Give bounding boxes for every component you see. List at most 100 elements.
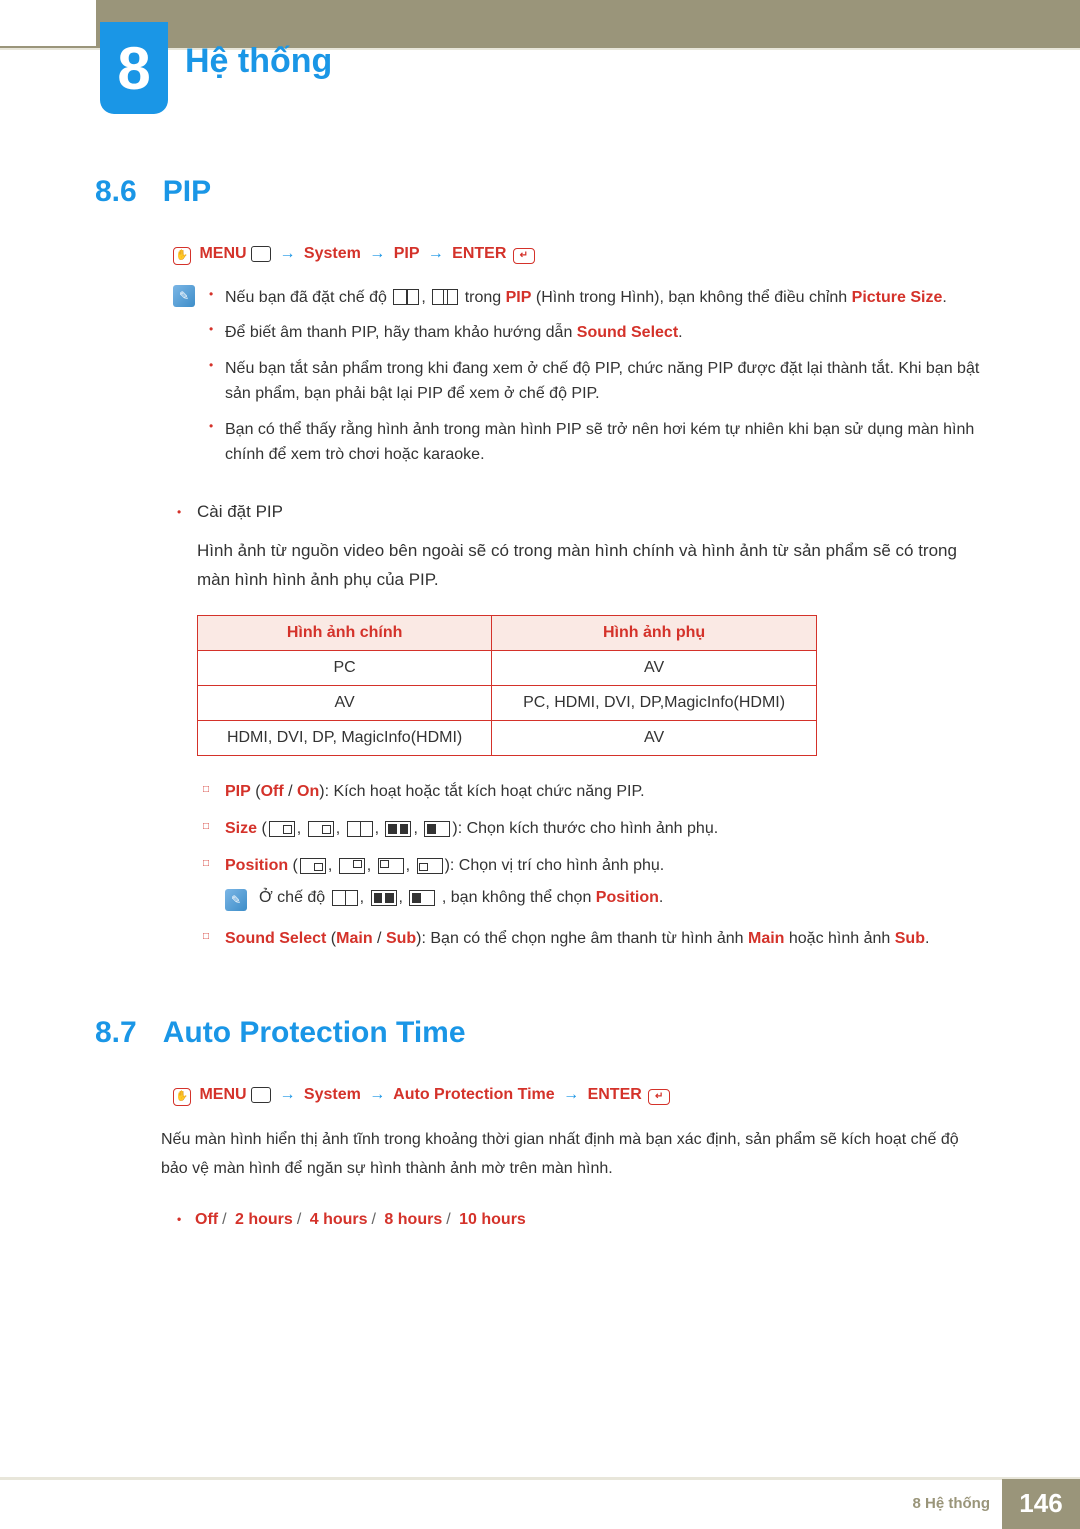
option: 8 hours — [384, 1211, 442, 1228]
on-label: On — [297, 783, 319, 800]
text: (Hình trong Hình), bạn không thể điều ch… — [536, 289, 852, 306]
pip-table: Hình ảnh chính Hình ảnh phụ PC AV AV PC,… — [197, 615, 817, 756]
table-header-row: Hình ảnh chính Hình ảnh phụ — [198, 615, 817, 650]
note-block: ✎ Nếu bạn đã đặt chế độ , trong PIP (Hìn… — [173, 285, 985, 479]
header-bar-cutout — [0, 0, 96, 46]
layout-icon — [409, 890, 435, 906]
size-icon — [269, 821, 295, 837]
chapter-title: Hệ thống — [185, 42, 332, 81]
remote-icon: ✋ — [173, 247, 191, 265]
position-label: Position — [225, 857, 288, 874]
size-icon — [385, 821, 411, 837]
arrow-icon: → — [279, 245, 295, 262]
option: 2 hours — [235, 1211, 293, 1228]
sub-label: Sub — [386, 930, 416, 947]
sound-select-label: Sound Select — [577, 324, 678, 341]
option: 4 hours — [310, 1211, 368, 1228]
bullet-pip-settings: Cài đặt PIP — [173, 498, 985, 527]
size-icon — [347, 821, 373, 837]
option: 10 hours — [459, 1211, 526, 1228]
sub-label: Sub — [895, 930, 925, 947]
enter-icon: ↵ — [648, 1089, 670, 1105]
main-label: Main — [336, 930, 372, 947]
note-icon: ✎ — [173, 285, 195, 307]
off-label: Off — [261, 783, 284, 800]
table-row: HDMI, DVI, DP, MagicInfo(HDMI) AV — [198, 720, 817, 755]
size-icon — [308, 821, 334, 837]
table-header: Hình ảnh chính — [198, 615, 492, 650]
arrow-icon: → — [279, 1086, 295, 1103]
footer-chapter-label: 8 Hệ thống — [913, 1495, 991, 1512]
footer-page-number: 146 — [1002, 1479, 1080, 1529]
enter-label: ENTER — [588, 1086, 642, 1103]
table-cell: AV — [492, 650, 817, 685]
path-system: System — [304, 245, 361, 262]
page-footer: 8 Hệ thống 146 — [0, 1477, 1080, 1527]
sub-bullet-position: Position (, , , ): Chọn vị trí cho hình … — [197, 852, 985, 879]
position-icon — [417, 858, 443, 874]
text: : Bạn có thể chọn nghe âm thanh từ hình … — [421, 930, 748, 947]
size-icon — [424, 821, 450, 837]
inline-note-position: ✎ Ở chế độ , , , bạn không thể chọn Posi… — [225, 889, 985, 911]
text: : Chọn kích thước cho hình ảnh phụ. — [458, 820, 718, 837]
path-system: System — [304, 1086, 361, 1103]
position-icon — [300, 858, 326, 874]
text: Để biết âm thanh PIP, hãy tham khảo hướn… — [225, 324, 577, 341]
text: : Chọn vị trí cho hình ảnh phụ. — [450, 857, 664, 874]
apt-options: Off/ 2 hours/ 4 hours/ 8 hours/ 10 hours — [173, 1206, 985, 1233]
note-item: Để biết âm thanh PIP, hãy tham khảo hướn… — [209, 320, 985, 346]
arrow-icon: → — [369, 1086, 385, 1103]
note-list: Nếu bạn đã đặt chế độ , trong PIP (Hình … — [209, 285, 985, 479]
section-number: 8.6 — [95, 175, 137, 209]
table-row: PC AV — [198, 650, 817, 685]
size-label: Size — [225, 820, 257, 837]
sub-bullet-size: Size (, , , , ): Chọn kích thước cho hìn… — [197, 815, 985, 842]
pip-label: PIP — [225, 783, 251, 800]
page-content: 8.6 PIP ✋ MENU → System → PIP → ENTER ↵ … — [95, 175, 985, 1233]
menu-icon — [251, 1087, 271, 1103]
text: hoặc hình ảnh — [784, 930, 894, 947]
main-label: Main — [748, 930, 784, 947]
table-header: Hình ảnh phụ — [492, 615, 817, 650]
arrow-icon: → — [563, 1086, 579, 1103]
chapter-number-badge: 8 — [100, 22, 168, 114]
layout-icon — [332, 890, 358, 906]
arrow-icon: → — [369, 245, 385, 262]
table-cell: PC — [198, 650, 492, 685]
layout-icon — [393, 289, 419, 305]
note-text: Ở chế độ , , , bạn không thể chọn Positi… — [259, 889, 663, 907]
table-cell: PC, HDMI, DVI, DP,MagicInfo(HDMI) — [492, 685, 817, 720]
position-icon — [339, 858, 365, 874]
section-number: 8.7 — [95, 1016, 137, 1050]
note-icon: ✎ — [225, 889, 247, 911]
table-cell: AV — [492, 720, 817, 755]
apt-body-text: Nếu màn hình hiển thị ảnh tĩnh trong kho… — [161, 1126, 985, 1184]
text: Nếu bạn đã đặt chế độ — [225, 289, 391, 306]
remote-icon: ✋ — [173, 1088, 191, 1106]
menu-label: MENU — [199, 1086, 246, 1103]
enter-icon: ↵ — [513, 248, 535, 264]
menu-path-pip: ✋ MENU → System → PIP → ENTER ↵ — [173, 245, 985, 265]
menu-label: MENU — [199, 245, 246, 262]
table-row: AV PC, HDMI, DVI, DP,MagicInfo(HDMI) — [198, 685, 817, 720]
section-heading-apt: 8.7 Auto Protection Time — [95, 1016, 985, 1050]
section-title: Auto Protection Time — [163, 1016, 466, 1050]
text: Ở chế độ — [259, 889, 330, 906]
path-item: Auto Protection Time — [393, 1086, 555, 1103]
sound-select-label: Sound Select — [225, 930, 326, 947]
enter-label: ENTER — [452, 245, 506, 262]
position-icon — [378, 858, 404, 874]
note-item: Bạn có thể thấy rằng hình ảnh trong màn … — [209, 417, 985, 468]
pip-label: PIP — [506, 289, 532, 306]
text: trong — [465, 289, 506, 306]
paragraph-pip-desc: Hình ảnh từ nguồn video bên ngoài sẽ có … — [197, 537, 985, 595]
path-item: PIP — [394, 245, 420, 262]
layout-icon — [371, 890, 397, 906]
menu-icon — [251, 246, 271, 262]
sub-bullet-pip: PIP (Off / On): Kích hoạt hoặc tắt kích … — [197, 778, 985, 805]
menu-path-apt: ✋ MENU → System → Auto Protection Time →… — [173, 1086, 985, 1106]
table-cell: AV — [198, 685, 492, 720]
arrow-icon: → — [428, 245, 444, 262]
text: , bạn không thể chọn — [442, 889, 596, 906]
position-label: Position — [596, 889, 659, 906]
